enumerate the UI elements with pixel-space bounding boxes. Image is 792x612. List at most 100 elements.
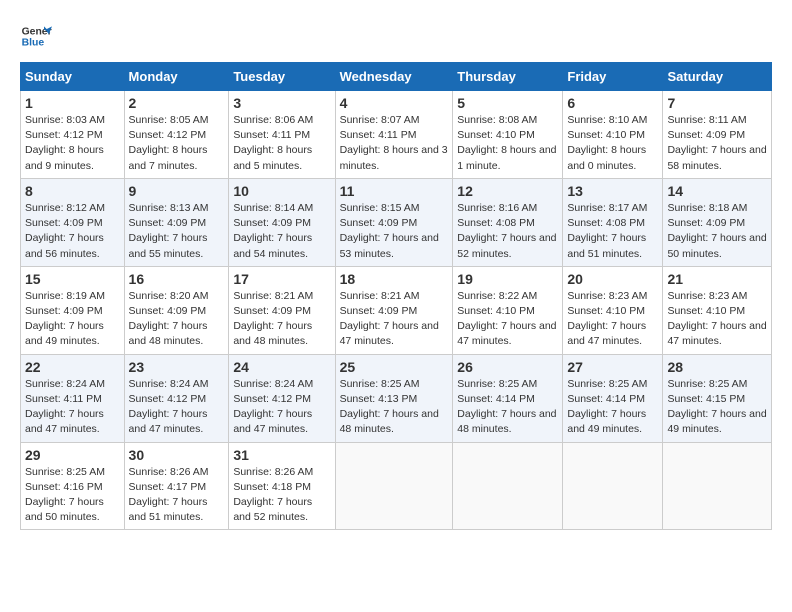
calendar-cell: 29 Sunrise: 8:25 AMSunset: 4:16 PMDaylig… [21,442,125,530]
day-number: 27 [567,359,658,375]
calendar-cell: 1 Sunrise: 8:03 AMSunset: 4:12 PMDayligh… [21,91,125,179]
calendar-cell: 25 Sunrise: 8:25 AMSunset: 4:13 PMDaylig… [335,354,453,442]
day-number: 26 [457,359,558,375]
calendar-cell [563,442,663,530]
calendar-cell: 11 Sunrise: 8:15 AMSunset: 4:09 PMDaylig… [335,178,453,266]
calendar-cell: 13 Sunrise: 8:17 AMSunset: 4:08 PMDaylig… [563,178,663,266]
day-info: Sunrise: 8:06 AMSunset: 4:11 PMDaylight:… [233,114,313,172]
day-number: 24 [233,359,330,375]
day-info: Sunrise: 8:23 AMSunset: 4:10 PMDaylight:… [567,290,647,348]
day-info: Sunrise: 8:25 AMSunset: 4:13 PMDaylight:… [340,378,439,436]
calendar-cell: 16 Sunrise: 8:20 AMSunset: 4:09 PMDaylig… [124,266,229,354]
day-info: Sunrise: 8:20 AMSunset: 4:09 PMDaylight:… [129,290,209,348]
day-number: 28 [667,359,767,375]
day-info: Sunrise: 8:21 AMSunset: 4:09 PMDaylight:… [233,290,313,348]
day-info: Sunrise: 8:10 AMSunset: 4:10 PMDaylight:… [567,114,647,172]
calendar-cell: 26 Sunrise: 8:25 AMSunset: 4:14 PMDaylig… [453,354,563,442]
day-number: 8 [25,183,120,199]
calendar-cell: 8 Sunrise: 8:12 AMSunset: 4:09 PMDayligh… [21,178,125,266]
day-number: 9 [129,183,225,199]
calendar-cell: 27 Sunrise: 8:25 AMSunset: 4:14 PMDaylig… [563,354,663,442]
day-info: Sunrise: 8:14 AMSunset: 4:09 PMDaylight:… [233,202,313,260]
day-number: 14 [667,183,767,199]
day-number: 11 [340,183,449,199]
day-info: Sunrise: 8:26 AMSunset: 4:18 PMDaylight:… [233,466,313,524]
calendar-cell: 21 Sunrise: 8:23 AMSunset: 4:10 PMDaylig… [663,266,772,354]
day-info: Sunrise: 8:24 AMSunset: 4:12 PMDaylight:… [129,378,209,436]
calendar-cell: 7 Sunrise: 8:11 AMSunset: 4:09 PMDayligh… [663,91,772,179]
calendar-cell: 28 Sunrise: 8:25 AMSunset: 4:15 PMDaylig… [663,354,772,442]
day-number: 20 [567,271,658,287]
day-info: Sunrise: 8:03 AMSunset: 4:12 PMDaylight:… [25,114,105,172]
calendar-cell: 17 Sunrise: 8:21 AMSunset: 4:09 PMDaylig… [229,266,335,354]
weekday-header-tuesday: Tuesday [229,63,335,91]
day-number: 10 [233,183,330,199]
day-number: 5 [457,95,558,111]
calendar-cell: 6 Sunrise: 8:10 AMSunset: 4:10 PMDayligh… [563,91,663,179]
weekday-header-monday: Monday [124,63,229,91]
day-number: 6 [567,95,658,111]
day-info: Sunrise: 8:26 AMSunset: 4:17 PMDaylight:… [129,466,209,524]
day-number: 13 [567,183,658,199]
day-number: 22 [25,359,120,375]
calendar-cell: 9 Sunrise: 8:13 AMSunset: 4:09 PMDayligh… [124,178,229,266]
day-info: Sunrise: 8:21 AMSunset: 4:09 PMDaylight:… [340,290,439,348]
day-info: Sunrise: 8:25 AMSunset: 4:15 PMDaylight:… [667,378,766,436]
day-info: Sunrise: 8:12 AMSunset: 4:09 PMDaylight:… [25,202,105,260]
calendar-cell: 19 Sunrise: 8:22 AMSunset: 4:10 PMDaylig… [453,266,563,354]
calendar-cell: 4 Sunrise: 8:07 AMSunset: 4:11 PMDayligh… [335,91,453,179]
day-info: Sunrise: 8:25 AMSunset: 4:16 PMDaylight:… [25,466,105,524]
svg-text:Blue: Blue [22,38,45,49]
day-number: 25 [340,359,449,375]
day-info: Sunrise: 8:18 AMSunset: 4:09 PMDaylight:… [667,202,766,260]
calendar-cell: 15 Sunrise: 8:19 AMSunset: 4:09 PMDaylig… [21,266,125,354]
day-number: 18 [340,271,449,287]
calendar-cell: 2 Sunrise: 8:05 AMSunset: 4:12 PMDayligh… [124,91,229,179]
weekday-header-saturday: Saturday [663,63,772,91]
day-info: Sunrise: 8:19 AMSunset: 4:09 PMDaylight:… [25,290,105,348]
calendar-cell: 12 Sunrise: 8:16 AMSunset: 4:08 PMDaylig… [453,178,563,266]
calendar-cell: 18 Sunrise: 8:21 AMSunset: 4:09 PMDaylig… [335,266,453,354]
page-header: General Blue [20,20,772,52]
day-number: 2 [129,95,225,111]
calendar-cell: 5 Sunrise: 8:08 AMSunset: 4:10 PMDayligh… [453,91,563,179]
calendar-cell: 3 Sunrise: 8:06 AMSunset: 4:11 PMDayligh… [229,91,335,179]
day-number: 17 [233,271,330,287]
day-info: Sunrise: 8:22 AMSunset: 4:10 PMDaylight:… [457,290,556,348]
day-number: 15 [25,271,120,287]
day-info: Sunrise: 8:08 AMSunset: 4:10 PMDaylight:… [457,114,556,172]
calendar-table: SundayMondayTuesdayWednesdayThursdayFrid… [20,62,772,530]
day-number: 1 [25,95,120,111]
weekday-header-friday: Friday [563,63,663,91]
calendar-cell: 14 Sunrise: 8:18 AMSunset: 4:09 PMDaylig… [663,178,772,266]
day-number: 21 [667,271,767,287]
day-number: 19 [457,271,558,287]
weekday-header-wednesday: Wednesday [335,63,453,91]
calendar-cell: 23 Sunrise: 8:24 AMSunset: 4:12 PMDaylig… [124,354,229,442]
day-info: Sunrise: 8:16 AMSunset: 4:08 PMDaylight:… [457,202,556,260]
day-number: 7 [667,95,767,111]
calendar-cell: 10 Sunrise: 8:14 AMSunset: 4:09 PMDaylig… [229,178,335,266]
calendar-cell [663,442,772,530]
day-number: 30 [129,447,225,463]
day-info: Sunrise: 8:25 AMSunset: 4:14 PMDaylight:… [457,378,556,436]
weekday-header-sunday: Sunday [21,63,125,91]
day-number: 12 [457,183,558,199]
day-number: 3 [233,95,330,111]
day-info: Sunrise: 8:11 AMSunset: 4:09 PMDaylight:… [667,114,766,172]
day-info: Sunrise: 8:24 AMSunset: 4:11 PMDaylight:… [25,378,105,436]
day-number: 4 [340,95,449,111]
day-number: 16 [129,271,225,287]
day-info: Sunrise: 8:17 AMSunset: 4:08 PMDaylight:… [567,202,647,260]
day-info: Sunrise: 8:15 AMSunset: 4:09 PMDaylight:… [340,202,439,260]
day-info: Sunrise: 8:25 AMSunset: 4:14 PMDaylight:… [567,378,647,436]
calendar-cell: 30 Sunrise: 8:26 AMSunset: 4:17 PMDaylig… [124,442,229,530]
calendar-cell: 20 Sunrise: 8:23 AMSunset: 4:10 PMDaylig… [563,266,663,354]
weekday-header-thursday: Thursday [453,63,563,91]
day-info: Sunrise: 8:13 AMSunset: 4:09 PMDaylight:… [129,202,209,260]
logo-icon: General Blue [20,20,52,52]
calendar-cell [335,442,453,530]
day-number: 31 [233,447,330,463]
day-info: Sunrise: 8:24 AMSunset: 4:12 PMDaylight:… [233,378,313,436]
day-info: Sunrise: 8:05 AMSunset: 4:12 PMDaylight:… [129,114,209,172]
